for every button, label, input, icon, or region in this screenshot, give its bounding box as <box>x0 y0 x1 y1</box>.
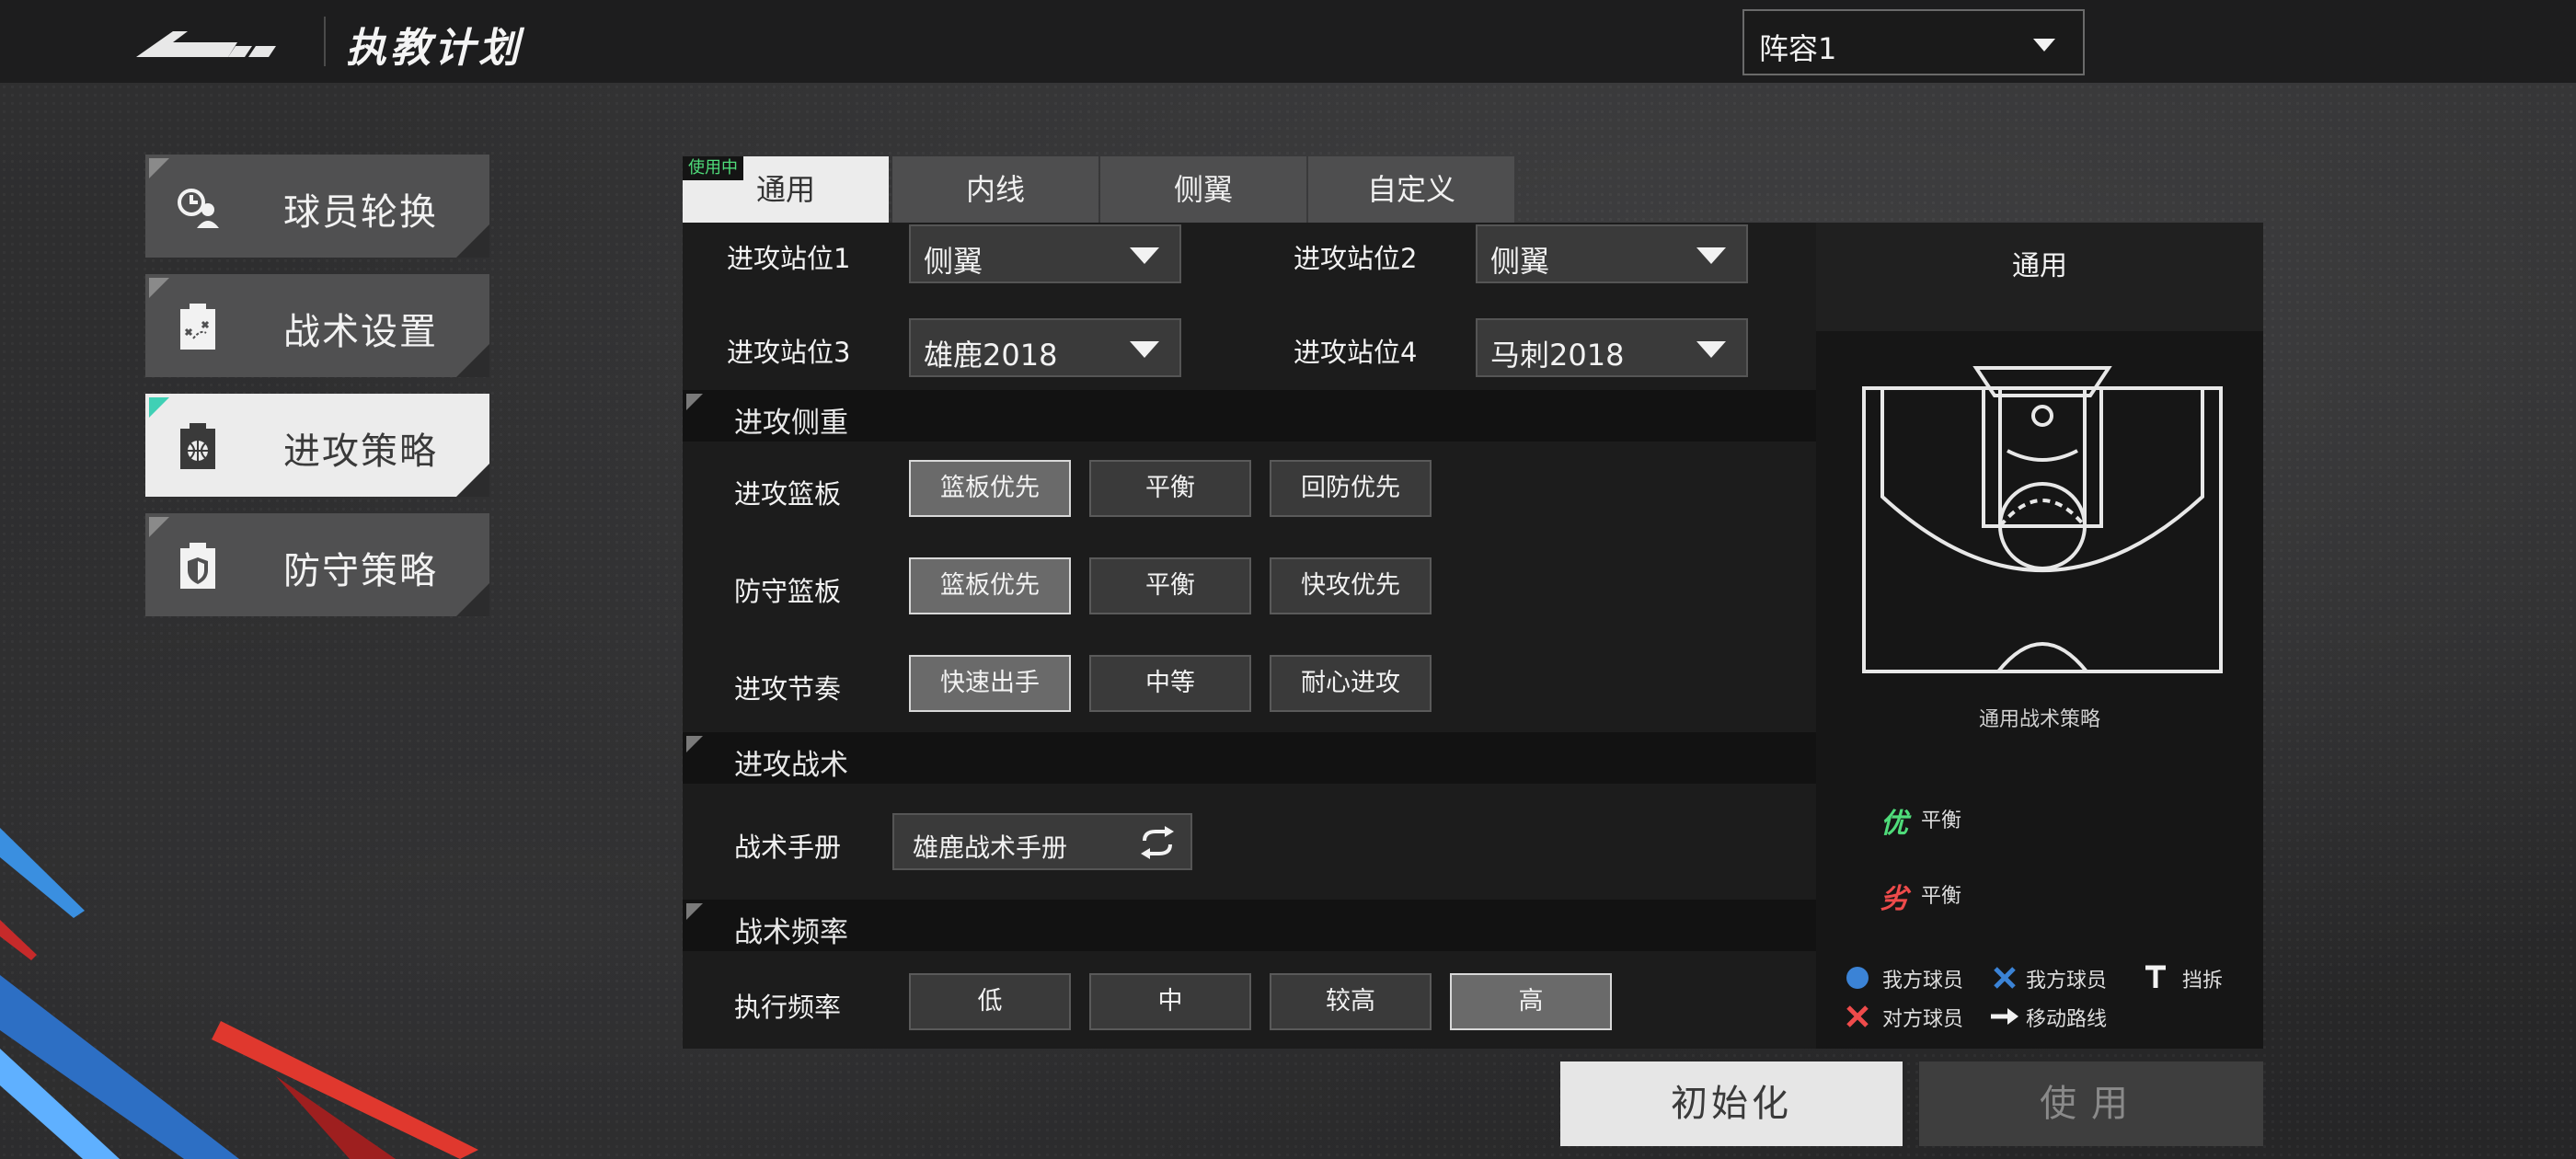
sidebar-item-player-rotation[interactable]: 球员轮换 <box>145 155 489 258</box>
decor-shards-left <box>0 828 478 1159</box>
execution-frequency-label: 执行频率 <box>734 992 842 1023</box>
position-1-value: 侧翼 <box>924 244 983 279</box>
section-offense-tactics: 进攻战术 <box>683 732 1816 784</box>
position-2-value: 侧翼 <box>1490 244 1550 279</box>
sidebar-item-label: 进攻策略 <box>283 430 438 473</box>
position-3-select[interactable]: 雄鹿2018 <box>909 318 1181 377</box>
section-offense-focus: 进攻侧重 <box>683 390 1816 442</box>
offense-tempo-option[interactable]: 快速出手 <box>909 655 1071 712</box>
reset-button[interactable]: 初始化 <box>1560 1061 1903 1146</box>
defensive-rebound-option[interactable]: 快攻优先 <box>1270 557 1432 614</box>
brand-logo-icon <box>136 31 276 57</box>
chevron-down-icon <box>1696 247 1726 264</box>
offense-tempo-option[interactable]: 耐心进攻 <box>1270 655 1432 712</box>
corner-marker <box>686 736 703 752</box>
court-diagram <box>1862 366 2223 673</box>
player-rotation-icon <box>178 189 219 228</box>
corner-notch <box>456 344 489 377</box>
section-title: 进攻侧重 <box>734 407 848 440</box>
position-4-value: 马刺2018 <box>1490 338 1625 373</box>
sidebar-item-label: 防守策略 <box>283 550 438 592</box>
frequency-option-higher[interactable]: 较高 <box>1270 973 1432 1030</box>
defensive-rebound-option[interactable]: 篮板优先 <box>909 557 1071 614</box>
corner-notch <box>456 224 489 258</box>
lineup-select-value: 阵容1 <box>1759 31 1837 66</box>
corner-marker <box>149 397 169 418</box>
move-route-arrow-icon <box>1991 1008 2018 1025</box>
offense-tempo-label: 进攻节奏 <box>734 673 842 705</box>
weakness-mark: 劣 <box>1880 883 1908 915</box>
position-2-label: 进攻站位2 <box>1294 243 1418 274</box>
section-title: 战术频率 <box>734 916 848 949</box>
corner-marker <box>686 394 703 410</box>
in-use-badge: 使用中 <box>683 156 743 180</box>
position-4-select[interactable]: 马刺2018 <box>1476 318 1748 377</box>
corner-notch <box>456 464 489 497</box>
preview-title: 通用 <box>2012 250 2067 282</box>
shield-clipboard-icon <box>180 543 215 589</box>
section-tactic-frequency: 战术频率 <box>683 900 1816 951</box>
section-title: 进攻战术 <box>734 749 848 782</box>
defensive-rebound-label: 防守篮板 <box>734 576 842 607</box>
legend-own-player-x: 我方球员 <box>2026 970 2108 993</box>
screen-t-icon <box>2145 965 2166 988</box>
own-player-x-icon <box>1994 967 2016 989</box>
position-3-label: 进攻站位3 <box>727 337 851 368</box>
position-2-select[interactable]: 侧翼 <box>1476 224 1748 283</box>
position-4-label: 进攻站位4 <box>1294 337 1418 368</box>
offensive-rebound-label: 进攻篮板 <box>734 478 842 510</box>
chevron-down-icon <box>1696 341 1726 358</box>
corner-marker <box>686 903 703 920</box>
basketball-clipboard-icon <box>180 423 215 469</box>
offensive-rebound-option[interactable]: 回防优先 <box>1270 460 1432 517</box>
chevron-down-icon <box>1130 247 1159 264</box>
title-divider <box>324 17 326 66</box>
playbook-selector[interactable]: 雄鹿战术手册 <box>892 813 1192 870</box>
corner-marker <box>149 158 169 178</box>
corner-marker <box>149 517 169 537</box>
lineup-select[interactable]: 阵容1 <box>1742 9 2085 75</box>
tactics-board-icon <box>180 304 215 350</box>
strength-text: 平衡 <box>1921 809 1962 832</box>
playbook-label: 战术手册 <box>734 832 842 863</box>
chevron-down-icon <box>1130 341 1159 358</box>
tab-inside[interactable]: 内线 <box>892 156 1098 223</box>
position-3-value: 雄鹿2018 <box>924 338 1058 373</box>
preview-caption: 通用战术策略 <box>1978 708 2100 731</box>
defensive-rebound-option[interactable]: 平衡 <box>1089 557 1251 614</box>
corner-marker <box>149 278 169 298</box>
frequency-option-high[interactable]: 高 <box>1450 973 1612 1030</box>
frequency-option-medium[interactable]: 中 <box>1089 973 1251 1030</box>
chevron-down-icon <box>2033 39 2055 52</box>
offensive-rebound-option[interactable]: 篮板优先 <box>909 460 1071 517</box>
sidebar-item-defense-strategy[interactable]: 防守策略 <box>145 513 489 616</box>
strategy-preview: 通用 通用战术策略 优 平衡 劣 平衡 我方球员 我方球员 挡拆 对方球员 移动… <box>1816 223 2263 1049</box>
tab-custom[interactable]: 自定义 <box>1308 156 1514 223</box>
legend-own-player: 我方球员 <box>1882 970 1964 993</box>
offensive-rebound-option[interactable]: 平衡 <box>1089 460 1251 517</box>
weakness-text: 平衡 <box>1921 885 1962 908</box>
legend-opponent: 对方球员 <box>1882 1008 1964 1031</box>
tab-wing[interactable]: 侧翼 <box>1100 156 1306 223</box>
page-title: 执教计划 <box>346 25 523 72</box>
sidebar-item-tactics[interactable]: 战术设置 <box>145 274 489 377</box>
offense-tempo-option[interactable]: 中等 <box>1089 655 1251 712</box>
strength-mark: 优 <box>1880 808 1908 840</box>
sidebar-item-label: 球员轮换 <box>283 191 438 234</box>
swap-icon[interactable] <box>1139 826 1176 859</box>
apply-button[interactable]: 使用 <box>1919 1061 2263 1146</box>
position-1-label: 进攻站位1 <box>727 243 851 274</box>
position-1-select[interactable]: 侧翼 <box>909 224 1181 283</box>
frequency-option-low[interactable]: 低 <box>909 973 1071 1030</box>
playbook-value: 雄鹿战术手册 <box>913 832 1068 863</box>
sidebar-item-label: 战术设置 <box>283 311 438 353</box>
own-player-dot-icon <box>1846 967 1869 989</box>
opponent-x-icon <box>1846 1005 1869 1027</box>
sidebar-item-offense-strategy[interactable]: 进攻策略 <box>145 394 489 497</box>
legend-screen: 挡拆 <box>2182 970 2224 993</box>
corner-notch <box>456 583 489 616</box>
legend-move-route: 移动路线 <box>2026 1008 2108 1031</box>
